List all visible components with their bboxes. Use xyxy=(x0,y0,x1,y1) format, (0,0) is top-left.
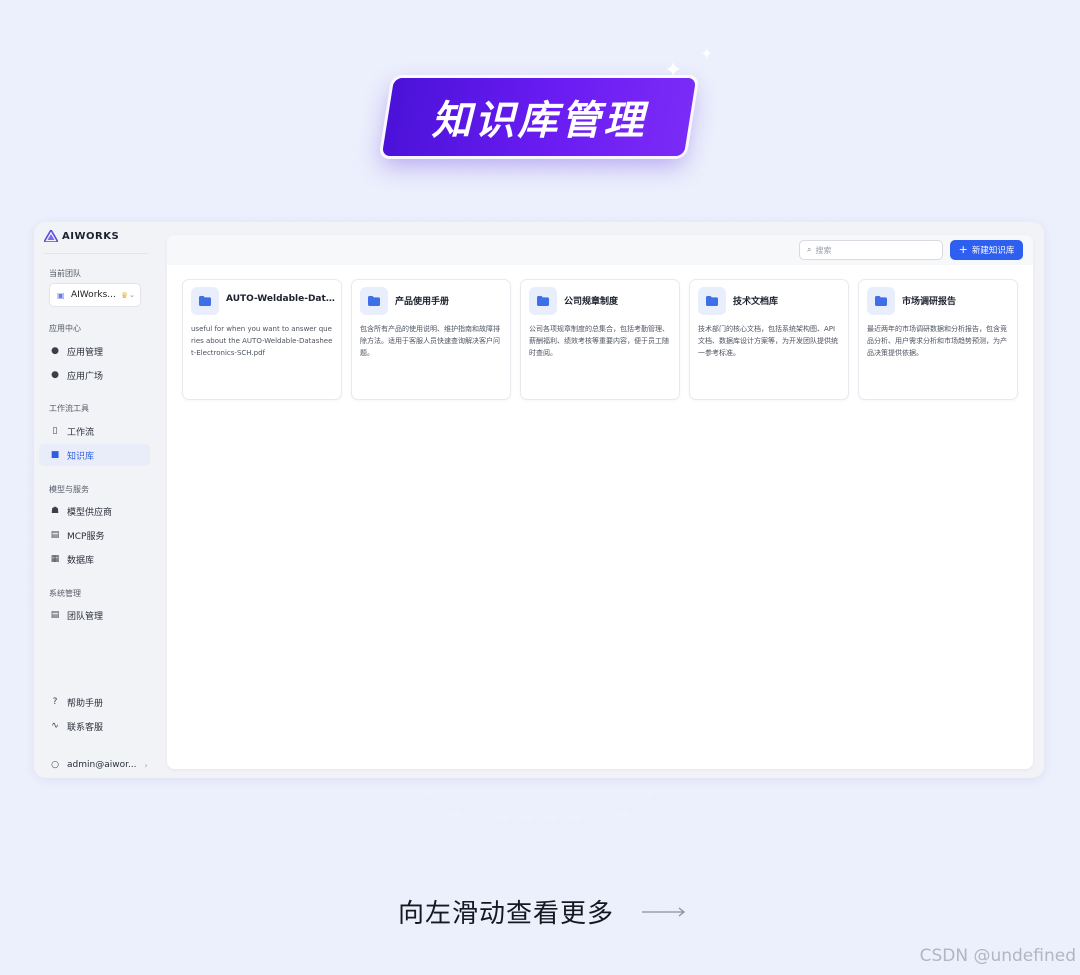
knowledge-card[interactable]: 公司规章制度 公司各项规章制度的总集合，包括考勤管理、薪酬福利、绩效考核等重要内… xyxy=(520,279,680,400)
new-button-label: 新建知识库 xyxy=(971,246,1015,256)
section-label-models: 模型与服务 xyxy=(49,485,89,494)
chevron-right-icon: › xyxy=(144,760,148,770)
main-content: ⌕ + 新建知识库 AUTO-Weldable-Data... useful f… xyxy=(167,235,1033,769)
phone-icon: ▯ xyxy=(52,426,58,436)
sidebar-item-app-square[interactable]: ● 应用广场 xyxy=(39,364,150,386)
sidebar-item-label: 应用管理 xyxy=(67,347,104,358)
folder-icon xyxy=(867,287,895,315)
sidebar-item-label: 帮助手册 xyxy=(67,698,104,709)
knowledge-card[interactable]: 产品使用手册 包含所有产品的使用说明、维护指南和故障排除方法。适用于客服人员快速… xyxy=(351,279,511,400)
sidebar-item-label: 联系客服 xyxy=(67,722,104,733)
sidebar-item-workflow[interactable]: ▯ 工作流 xyxy=(39,420,150,442)
team-icon: ▣ xyxy=(57,290,65,300)
knowledge-card[interactable]: AUTO-Weldable-Data... useful for when yo… xyxy=(182,279,342,400)
brand-name: AIWORKS xyxy=(62,230,120,242)
card-title: 市场调研报告 xyxy=(902,297,957,307)
section-label-system: 系统管理 xyxy=(49,589,81,598)
sidebar-item-app-management[interactable]: ● 应用管理 xyxy=(39,340,150,362)
card-description: useful for when you want to answer queri… xyxy=(191,325,333,357)
card-title: AUTO-Weldable-Data... xyxy=(226,294,336,304)
sidebar-item-model-providers[interactable]: ☗ 模型供应商 xyxy=(39,500,150,522)
crown-icon: ♛ xyxy=(120,290,129,300)
knowledge-card[interactable]: 技术文档库 技术部门的核心文档，包括系统架构图、API文档、数据库设计方案等，为… xyxy=(689,279,849,400)
sidebar: AIWORKS 当前团队 ▣ AIWorks... ♛ ⌄ 应用中心 ● 应用管… xyxy=(34,222,162,778)
sparkle-icon-small: ✦ xyxy=(700,44,714,63)
brand-logo[interactable]: AIWORKS xyxy=(44,230,119,242)
sidebar-item-mcp[interactable]: ▤ MCP服务 xyxy=(39,524,150,546)
card-description: 技术部门的核心文档，包括系统架构图、API文档、数据库设计方案等，为开发团队提供… xyxy=(698,325,838,357)
database-icon: ▦ xyxy=(50,554,60,564)
user-menu[interactable]: ○ admin@aiwor... › xyxy=(39,755,150,775)
plus-icon: + xyxy=(958,243,968,256)
sidebar-item-team-management[interactable]: ▤ 团队管理 xyxy=(39,604,150,626)
user-icon: ○ xyxy=(51,760,59,770)
user-icon: ● xyxy=(51,346,59,356)
section-label-workflow-tools: 工作流工具 xyxy=(49,404,89,413)
folder-icon xyxy=(529,287,557,315)
user-icon: ● xyxy=(51,370,59,380)
card-description: 最近两年的市场调研数据和分析报告，包含竞品分析、用户需求分析和市场趋势预测，为产… xyxy=(867,325,1007,357)
robot-icon: ☗ xyxy=(50,506,60,516)
chevron-down-icon: ⌄ xyxy=(129,291,135,299)
folder-icon xyxy=(360,287,388,315)
sidebar-item-label: 模型供应商 xyxy=(67,507,113,518)
logo-icon xyxy=(44,230,58,242)
new-knowledge-base-button[interactable]: + 新建知识库 xyxy=(950,240,1023,260)
sidebar-item-knowledge-base[interactable]: ■ 知识库 xyxy=(39,444,150,466)
section-label-app-center: 应用中心 xyxy=(49,324,81,333)
sidebar-item-database[interactable]: ▦ 数据库 xyxy=(39,548,150,570)
sidebar-item-label: MCP服务 xyxy=(67,531,105,542)
search-icon: ⌕ xyxy=(807,245,812,254)
help-icon: ? xyxy=(52,697,58,707)
sidebar-item-support[interactable]: ∿ 联系客服 xyxy=(39,715,150,737)
sidebar-item-label: 工作流 xyxy=(67,427,95,438)
search-box[interactable]: ⌕ xyxy=(799,240,943,260)
sidebar-item-label: 知识库 xyxy=(67,451,95,462)
building-icon: ▤ xyxy=(50,530,60,540)
card-title: 产品使用手册 xyxy=(395,297,450,307)
sidebar-item-help[interactable]: ? 帮助手册 xyxy=(39,691,150,713)
banner-title: 知识库管理 xyxy=(431,98,647,144)
card-description: 包含所有产品的使用说明、维护指南和故障排除方法。适用于客服人员快速查询解决客户问… xyxy=(360,325,500,357)
knowledge-card[interactable]: 市场调研报告 最近两年的市场调研数据和分析报告，包含竞品分析、用户需求分析和市场… xyxy=(858,279,1018,400)
card-description: 公司各项规章制度的总集合，包括考勤管理、薪酬福利、绩效考核等重要内容，便于员工随… xyxy=(529,325,669,357)
user-email: admin@aiwor... xyxy=(67,760,137,770)
swipe-hint: 向左滑动查看更多 xyxy=(398,899,615,929)
arrow-right-icon xyxy=(642,907,685,917)
sparkle-icon: ✦ xyxy=(664,58,683,83)
team-selector[interactable]: ▣ AIWorks... ♛ ⌄ xyxy=(49,283,141,307)
card-title: 公司规章制度 xyxy=(564,297,619,307)
current-team-label: 当前团队 xyxy=(49,269,81,278)
divider xyxy=(44,253,148,254)
watermark: CSDN @undefined xyxy=(919,946,1076,966)
card-title: 技术文档库 xyxy=(733,297,779,307)
app-window: AIWORKS 当前团队 ▣ AIWorks... ♛ ⌄ 应用中心 ● 应用管… xyxy=(34,222,1044,778)
building-icon: ▤ xyxy=(50,610,60,620)
sidebar-item-label: 应用广场 xyxy=(67,371,104,382)
search-input[interactable] xyxy=(815,245,926,255)
sidebar-item-label: 团队管理 xyxy=(67,611,104,622)
book-icon: ■ xyxy=(50,450,60,460)
sidebar-item-label: 数据库 xyxy=(67,555,95,566)
folder-icon xyxy=(191,287,219,315)
folder-icon xyxy=(698,287,726,315)
team-name: AIWorks... xyxy=(71,290,116,300)
pulse-icon: ∿ xyxy=(51,721,59,731)
